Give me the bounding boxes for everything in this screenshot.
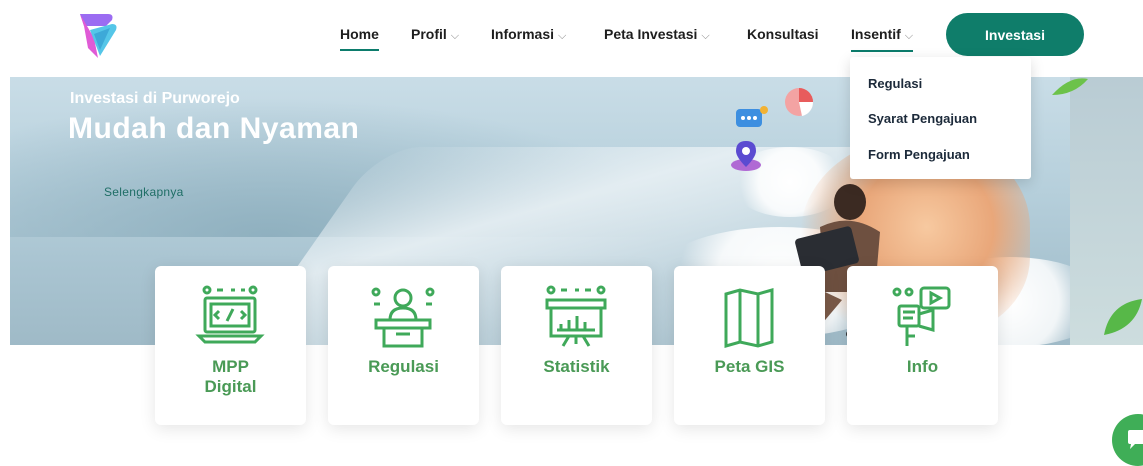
card-regulasi[interactable]: Regulasi	[328, 266, 479, 425]
card-statistik[interactable]: Statistik	[501, 266, 652, 425]
dropdown-item-form-pengajuan[interactable]: Form Pengajuan	[868, 147, 970, 162]
nav-informasi-label: Informasi	[491, 26, 555, 42]
nav-peta-investasi-label: Peta Investasi	[604, 26, 698, 42]
leaf-decoration-icon	[1052, 78, 1088, 95]
chat-icon	[1128, 430, 1143, 449]
hero-title: Mudah dan Nyaman	[68, 112, 360, 145]
nav-informasi[interactable]: Informasi ⌵	[491, 26, 566, 43]
chevron-down-icon: ⌵	[701, 30, 710, 42]
card-label: Statistik	[501, 357, 652, 377]
chevron-down-icon: ⌵	[450, 30, 460, 42]
speaker-podium-icon	[371, 287, 435, 348]
card-info[interactable]: Info	[847, 266, 998, 425]
card-label: Info	[847, 357, 998, 377]
info-media-icon	[892, 286, 951, 346]
card-label-line1: Info	[906, 357, 939, 376]
nav-insentif-label: Insentif	[851, 26, 901, 42]
presentation-chart-icon	[545, 285, 607, 347]
hero-subtitle: Investasi di Purworejo	[70, 90, 240, 107]
card-label: Peta GIS	[674, 357, 825, 377]
chevron-down-icon: ⌵	[904, 30, 914, 42]
folded-map-icon	[724, 288, 774, 348]
location-pin-icon	[731, 141, 761, 171]
nav-konsultasi[interactable]: Konsultasi	[747, 26, 819, 42]
card-mpp-digital[interactable]: MPP Digital	[155, 266, 306, 425]
selengkapnya-link[interactable]: Selengkapnya	[104, 185, 184, 199]
nav-insentif[interactable]: Insentif ⌵	[851, 26, 914, 52]
insentif-dropdown-menu: Regulasi Syarat Pengajuan Form Pengajuan	[850, 57, 1031, 179]
chat-bubble-icon	[736, 106, 768, 127]
nav-peta-investasi[interactable]: Peta Investasi ⌵	[604, 26, 710, 43]
card-label: MPP Digital	[155, 357, 306, 397]
dropdown-item-syarat-pengajuan[interactable]: Syarat Pengajuan	[868, 111, 977, 126]
card-label-line2: Digital	[204, 377, 257, 396]
nav-home[interactable]: Home	[340, 26, 379, 51]
card-label-line1: Statistik	[543, 357, 610, 376]
card-peta-gis[interactable]: Peta GIS	[674, 266, 825, 425]
nav-profil[interactable]: Profil ⌵	[411, 26, 459, 43]
nav-profil-label: Profil	[411, 26, 447, 42]
card-label-line1: Regulasi	[368, 357, 439, 376]
nav-home-label: Home	[340, 26, 379, 42]
leaf-decoration-icon	[1104, 299, 1142, 335]
card-label-line1: Peta GIS	[714, 357, 785, 376]
card-label: Regulasi	[328, 357, 479, 377]
pie-chart-icon	[785, 88, 814, 116]
chevron-down-icon: ⌵	[558, 30, 567, 42]
chat-floating-button[interactable]	[1112, 414, 1143, 466]
nav-konsultasi-label: Konsultasi	[747, 26, 819, 42]
dropdown-item-regulasi[interactable]: Regulasi	[868, 76, 922, 91]
investasi-button[interactable]: Investasi	[946, 13, 1084, 56]
computer-code-icon	[195, 285, 265, 344]
site-logo-icon[interactable]	[70, 8, 128, 60]
card-label-line1: MPP	[212, 357, 249, 376]
